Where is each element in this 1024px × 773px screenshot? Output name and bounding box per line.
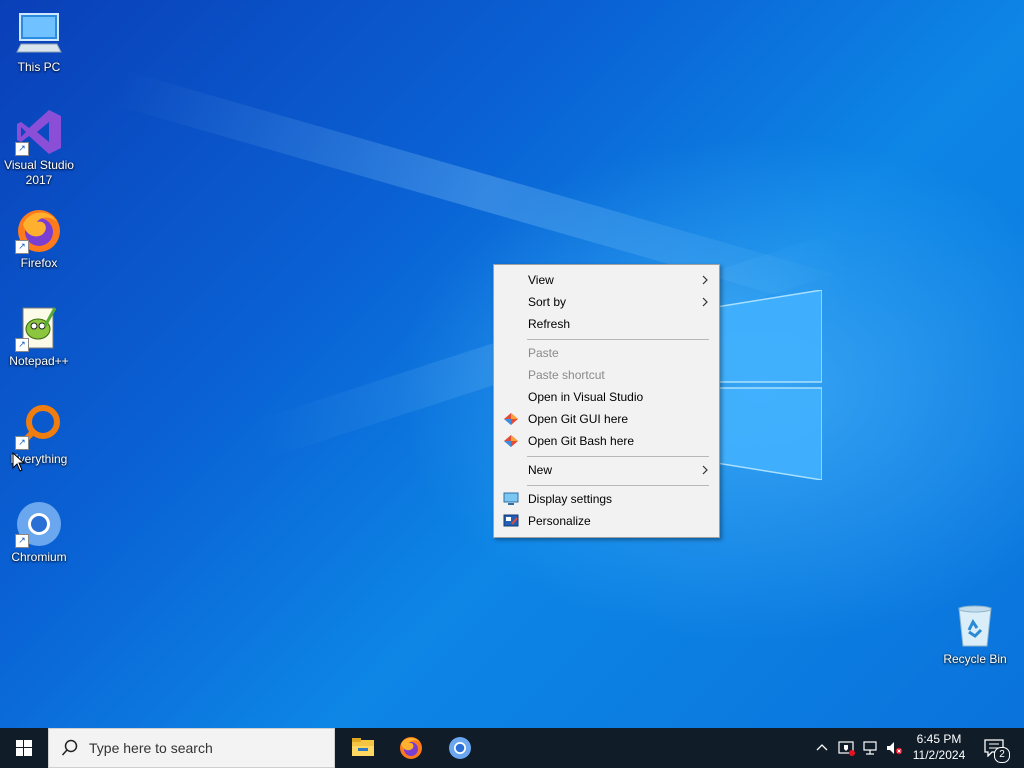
clock-time: 6:45 PM bbox=[916, 732, 962, 746]
desktop-icon-this-pc[interactable]: This PC bbox=[0, 10, 78, 75]
menu-item-label: Open in Visual Studio bbox=[528, 390, 644, 404]
desktop-icon-label: Notepad++ bbox=[9, 354, 69, 368]
taskbar-firefox[interactable] bbox=[387, 728, 435, 768]
desktop-icon-recycle-bin[interactable]: Recycle Bin bbox=[936, 602, 1014, 667]
firefox-icon: ↗ bbox=[15, 206, 63, 254]
menu-item-label: Open Git GUI here bbox=[528, 412, 629, 426]
personalize-icon bbox=[503, 514, 519, 527]
file-explorer-icon bbox=[352, 738, 374, 756]
taskbar-chromium[interactable] bbox=[436, 728, 484, 768]
network-icon[interactable] bbox=[862, 740, 880, 756]
menu-separator bbox=[527, 485, 709, 486]
action-center-button[interactable]: 2 bbox=[978, 728, 1024, 768]
desktop-icon-label: Recycle Bin bbox=[943, 652, 1007, 666]
menu-item-new[interactable]: New bbox=[494, 459, 719, 481]
desktop-icon-label: Firefox bbox=[20, 256, 58, 270]
recycle-bin-icon bbox=[951, 602, 999, 650]
chromium-icon: ↗ bbox=[15, 500, 63, 548]
chevron-right-icon bbox=[702, 275, 708, 285]
security-shield-icon[interactable] bbox=[838, 740, 856, 756]
desktop-background[interactable]: This PC ↗ Visual Studio 2017 ↗ Firefox ↗… bbox=[0, 0, 1024, 728]
menu-item-personalize[interactable]: Personalize bbox=[494, 510, 719, 532]
menu-item-open-git-gui[interactable]: Open Git GUI here bbox=[494, 408, 719, 430]
desktop-context-menu: View Sort by Refresh Paste Paste shortcu… bbox=[493, 264, 720, 538]
chevron-right-icon bbox=[702, 297, 708, 307]
menu-item-label: Sort by bbox=[528, 295, 567, 309]
menu-item-paste: Paste bbox=[494, 342, 719, 364]
menu-item-display-settings[interactable]: Display settings bbox=[494, 488, 719, 510]
windows-start-icon bbox=[16, 740, 32, 756]
git-icon bbox=[504, 435, 518, 447]
menu-item-label: Display settings bbox=[528, 492, 613, 506]
menu-item-label: Open Git Bash here bbox=[528, 434, 635, 448]
shortcut-arrow-icon: ↗ bbox=[15, 338, 29, 352]
notification-count-badge: 2 bbox=[994, 747, 1010, 763]
taskbar-clock[interactable]: 6:45 PM 11/2/2024 bbox=[906, 731, 972, 765]
taskbar: Type here to search 6:45 PM 11/2/2024 2 bbox=[0, 728, 1024, 768]
chevron-up-icon[interactable] bbox=[816, 742, 828, 754]
menu-item-open-git-bash[interactable]: Open Git Bash here bbox=[494, 430, 719, 452]
taskbar-file-explorer[interactable] bbox=[339, 728, 387, 768]
chevron-right-icon bbox=[702, 465, 708, 475]
display-icon bbox=[503, 492, 519, 505]
desktop-icon-notepad-plus-plus[interactable]: ↗ Notepad++ bbox=[0, 304, 78, 369]
this-pc-icon bbox=[15, 10, 63, 58]
chromium-icon bbox=[449, 737, 471, 759]
shortcut-arrow-icon: ↗ bbox=[15, 436, 29, 450]
everything-search-icon: ↗ bbox=[15, 402, 63, 450]
menu-item-paste-shortcut: Paste shortcut bbox=[494, 364, 719, 386]
menu-item-label: Paste bbox=[528, 346, 559, 360]
firefox-icon bbox=[400, 737, 422, 759]
menu-item-view[interactable]: View bbox=[494, 269, 719, 291]
desktop-icon-label: Visual Studio 2017 bbox=[4, 158, 74, 187]
search-icon bbox=[61, 739, 78, 756]
search-placeholder: Type here to search bbox=[89, 740, 213, 756]
menu-item-open-in-visual-studio[interactable]: Open in Visual Studio bbox=[494, 386, 719, 408]
start-button[interactable] bbox=[0, 728, 48, 768]
menu-item-label: Personalize bbox=[528, 514, 591, 528]
clock-date: 11/2/2024 bbox=[912, 748, 966, 762]
menu-item-label: New bbox=[528, 463, 553, 477]
notepad-plus-plus-icon: ↗ bbox=[15, 304, 63, 352]
menu-item-sort-by[interactable]: Sort by bbox=[494, 291, 719, 313]
menu-item-refresh[interactable]: Refresh bbox=[494, 313, 719, 335]
desktop-icon-firefox[interactable]: ↗ Firefox bbox=[0, 206, 78, 271]
mouse-cursor-icon bbox=[12, 452, 26, 472]
desktop-icon-label: Chromium bbox=[11, 550, 67, 564]
menu-item-label: Refresh bbox=[528, 317, 571, 331]
menu-separator bbox=[527, 339, 709, 340]
desktop-icon-chromium[interactable]: ↗ Chromium bbox=[0, 500, 78, 565]
shortcut-arrow-icon: ↗ bbox=[15, 240, 29, 254]
desktop-icon-visual-studio[interactable]: ↗ Visual Studio 2017 bbox=[0, 108, 78, 188]
visual-studio-icon: ↗ bbox=[15, 108, 63, 156]
volume-muted-icon[interactable] bbox=[886, 740, 904, 756]
shortcut-arrow-icon: ↗ bbox=[15, 142, 29, 156]
taskbar-search-box[interactable]: Type here to search bbox=[48, 728, 335, 768]
git-icon bbox=[504, 413, 518, 425]
menu-item-label: Paste shortcut bbox=[528, 368, 605, 382]
menu-separator bbox=[527, 456, 709, 457]
desktop-icon-label: This PC bbox=[17, 60, 61, 74]
shortcut-arrow-icon: ↗ bbox=[15, 534, 29, 548]
menu-item-label: View bbox=[528, 273, 554, 287]
